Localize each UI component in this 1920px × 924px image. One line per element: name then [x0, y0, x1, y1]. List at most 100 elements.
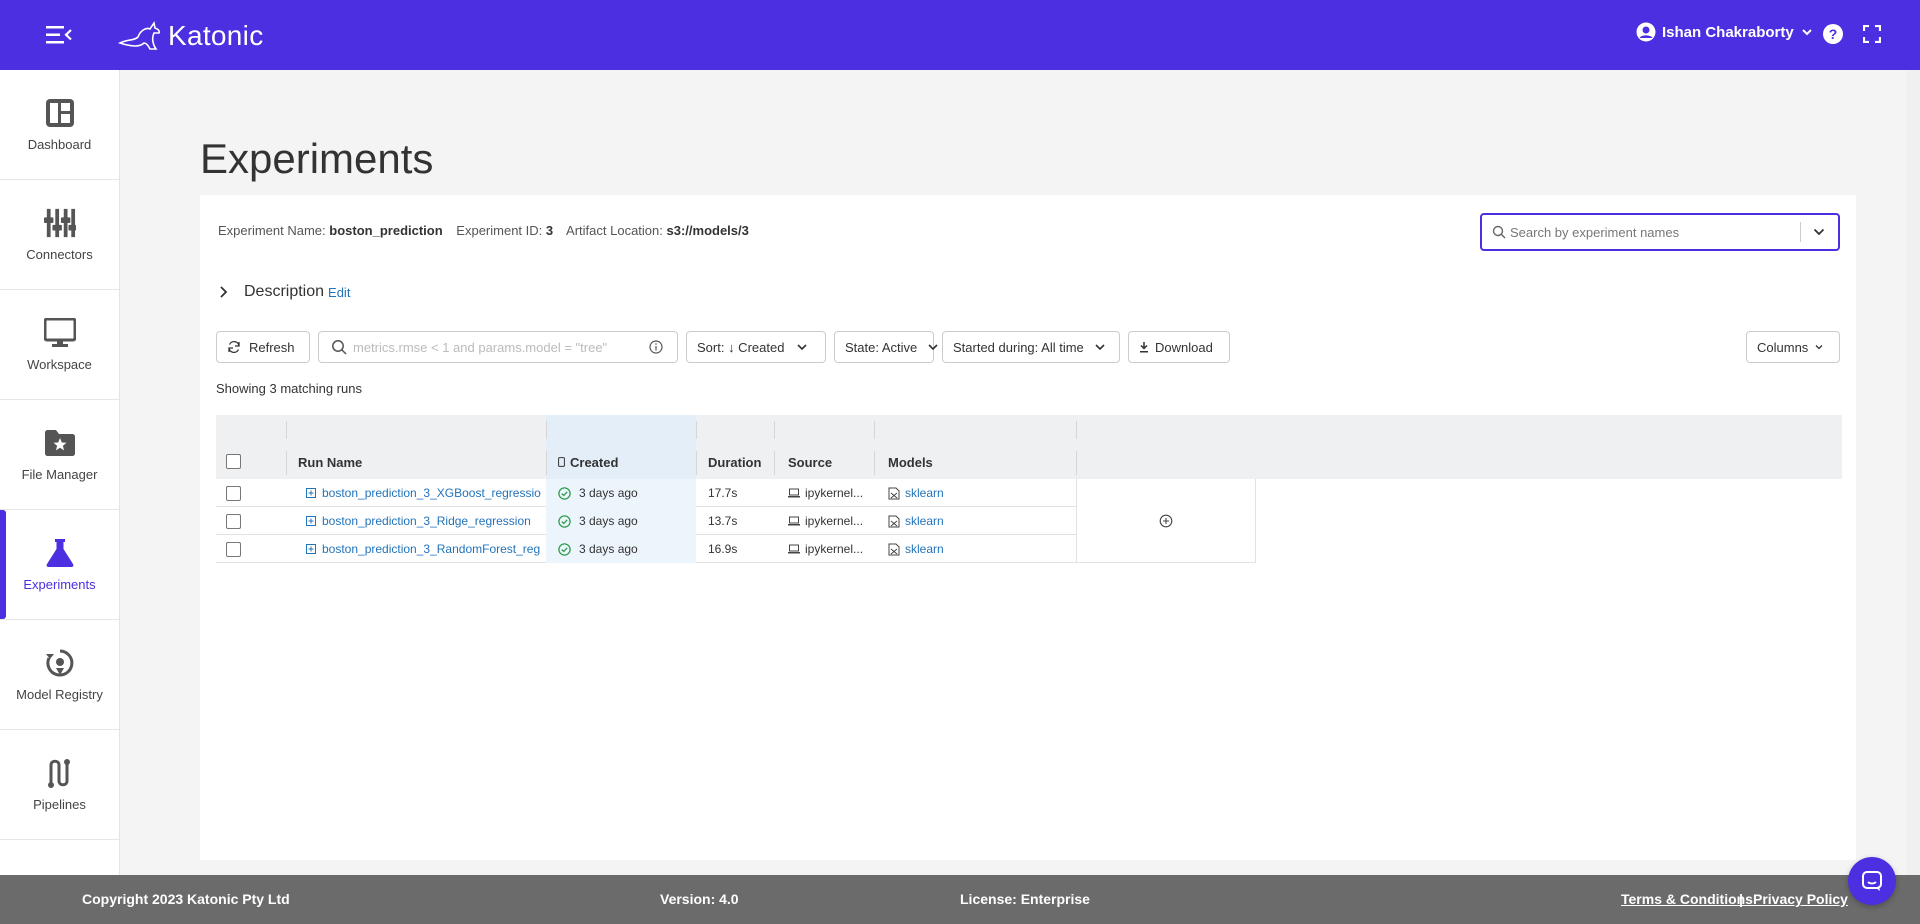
user-menu[interactable]: Ishan Chakraborty [1636, 22, 1814, 42]
state-label: State: Active [845, 339, 918, 355]
row-checkbox[interactable] [226, 479, 241, 507]
terms-link[interactable]: Terms & Conditions [1621, 891, 1753, 907]
header-group-divider [874, 421, 875, 439]
header-group-divider [286, 421, 287, 439]
table-body: boston_prediction_3_XGBoost_regressio 3 … [216, 479, 1256, 563]
user-avatar-icon [1636, 22, 1656, 42]
source-value: ipykernel... [805, 542, 864, 556]
chat-support-button[interactable] [1848, 857, 1896, 905]
model-file-icon [888, 487, 900, 499]
pipelines-icon [44, 757, 76, 789]
katonic-logo[interactable]: Katonic [118, 16, 264, 56]
sidebar-item-more[interactable] [0, 840, 119, 875]
created-column-highlight [546, 415, 696, 479]
column-divider [546, 451, 547, 475]
header-group-divider [774, 421, 775, 439]
search-icon [332, 340, 347, 355]
sort-label: Sort: ↓ Created [697, 339, 785, 355]
sidebar-item-dashboard[interactable]: Dashboard [0, 70, 119, 180]
run-name-link[interactable]: boston_prediction_3_RandomForest_reg [322, 535, 546, 563]
footer-license: License: Enterprise [960, 891, 1090, 907]
footer: Copyright 2023 Katonic Pty Ltd Version: … [0, 875, 1920, 924]
sidebar-item-label: Connectors [26, 247, 93, 262]
laptop-icon [788, 516, 800, 526]
matching-runs-count: Showing 3 matching runs [216, 381, 362, 396]
model-link[interactable]: sklearn [905, 514, 944, 528]
expand-run-icon[interactable] [306, 535, 316, 563]
chevron-right-icon[interactable] [218, 285, 230, 299]
duration-cell: 13.7s [708, 514, 738, 528]
row-checkbox[interactable] [226, 535, 241, 563]
sidebar-item-file-manager[interactable]: File Manager [0, 400, 119, 510]
header-group-divider [1076, 421, 1077, 439]
help-icon[interactable]: ? [1822, 23, 1844, 45]
experiment-search-input[interactable] [1510, 224, 1800, 240]
sidebar-item-label: Model Registry [16, 687, 103, 702]
menu-collapse-icon[interactable] [44, 22, 74, 48]
run-filter[interactable] [318, 331, 678, 363]
model-link[interactable]: sklearn [905, 542, 944, 556]
kangaroo-logo-icon [118, 20, 161, 50]
expand-run-icon[interactable] [306, 507, 316, 535]
description-edit-link[interactable]: Edit [328, 285, 350, 300]
footer-copyright: Copyright 2023 Katonic Pty Ltd [82, 891, 290, 907]
privacy-link[interactable]: Privacy Policy [1753, 891, 1848, 907]
column-header-created[interactable]: Created [570, 455, 618, 470]
sidebar-item-label: Pipelines [33, 797, 86, 812]
chat-icon [1862, 871, 1882, 891]
table-row: boston_prediction_3_RandomForest_reg 3 d… [216, 535, 1078, 563]
started-during-dropdown[interactable]: Started during: All time [942, 331, 1120, 363]
column-header-duration[interactable]: Duration [708, 455, 761, 470]
table-header: Run Name Created Duration Source Models [216, 415, 1842, 479]
fullscreen-icon[interactable] [1862, 24, 1882, 44]
select-all-checkbox[interactable] [226, 454, 241, 469]
column-header-run-name[interactable]: Run Name [298, 455, 362, 470]
laptop-icon [788, 544, 800, 554]
description-label: Description [244, 283, 325, 300]
sidebar-item-model-registry[interactable]: Model Registry [0, 620, 119, 730]
columns-dropdown[interactable]: Columns [1746, 331, 1840, 363]
add-column-icon[interactable] [1159, 514, 1173, 528]
sidebar-item-label: Workspace [27, 357, 92, 372]
search-dropdown-button[interactable] [1801, 215, 1837, 249]
column-divider [874, 451, 875, 475]
state-dropdown[interactable]: State: Active [834, 331, 938, 363]
chevron-down-icon [1815, 345, 1823, 350]
experiment-name-label: Experiment Name: [218, 223, 326, 238]
row-checkbox[interactable] [226, 507, 241, 535]
created-value: 3 days ago [579, 486, 638, 500]
run-name-link[interactable]: boston_prediction_3_XGBoost_regressio [322, 479, 546, 507]
run-filter-input[interactable] [353, 339, 643, 355]
model-file-icon [888, 515, 900, 527]
column-divider [774, 451, 775, 475]
sidebar-item-connectors[interactable]: Connectors [0, 180, 119, 290]
sidebar-item-workspace[interactable]: Workspace [0, 290, 119, 400]
model-link[interactable]: sklearn [905, 486, 944, 500]
header-group-divider [546, 421, 547, 439]
expand-run-icon[interactable] [306, 479, 316, 507]
column-divider [696, 451, 697, 475]
source-cell: ipykernel... [788, 479, 863, 507]
sidebar-item-label: Dashboard [27, 137, 92, 152]
column-header-source[interactable]: Source [788, 455, 832, 470]
duration-cell: 17.7s [708, 486, 738, 500]
sidebar-item-experiments[interactable]: Experiments [0, 510, 119, 620]
run-name-link[interactable]: boston_prediction_3_Ridge_regression [322, 507, 546, 535]
flask-icon [44, 537, 76, 569]
chevron-down-icon [1802, 29, 1812, 36]
started-during-label: Started during: All time [953, 339, 1084, 355]
sort-indicator-icon [558, 457, 565, 467]
page-title: Experiments [200, 135, 434, 182]
sort-dropdown[interactable]: Sort: ↓ Created [686, 331, 826, 363]
runs-table: Run Name Created Duration Source Models … [216, 415, 1842, 563]
refresh-button[interactable]: Refresh [216, 331, 310, 363]
sidebar-item-label: File Manager [21, 467, 98, 482]
experiment-search[interactable] [1480, 213, 1840, 251]
sidebar: Dashboard Connectors Workspace File Mana… [0, 70, 120, 875]
column-divider [286, 451, 287, 475]
sidebar-item-pipelines[interactable]: Pipelines [0, 730, 119, 840]
column-header-models[interactable]: Models [888, 455, 933, 470]
page-scrollbar[interactable] [1906, 70, 1920, 875]
info-icon[interactable] [649, 340, 663, 354]
download-button[interactable]: Download [1128, 331, 1230, 363]
